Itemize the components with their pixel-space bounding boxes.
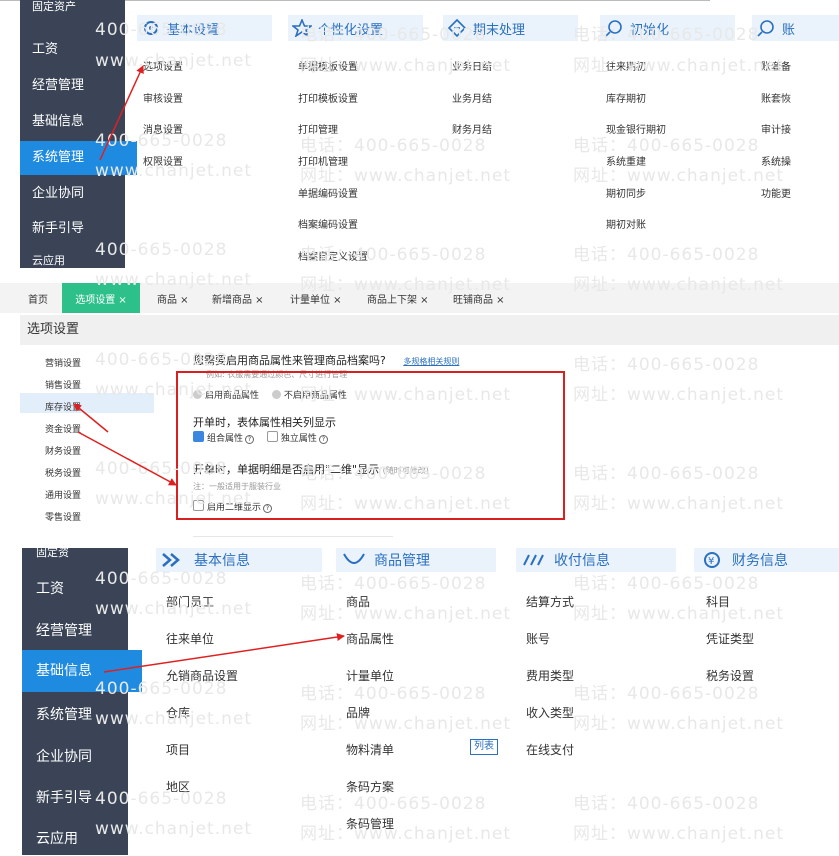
arrow-to-options-settings [99,65,144,161]
arrow-to-product-attributes [103,633,345,673]
annotation-arrows [73,65,345,673]
arrow-to-inventory-settings [73,403,109,433]
arrow-to-highlight-box [77,431,177,486]
